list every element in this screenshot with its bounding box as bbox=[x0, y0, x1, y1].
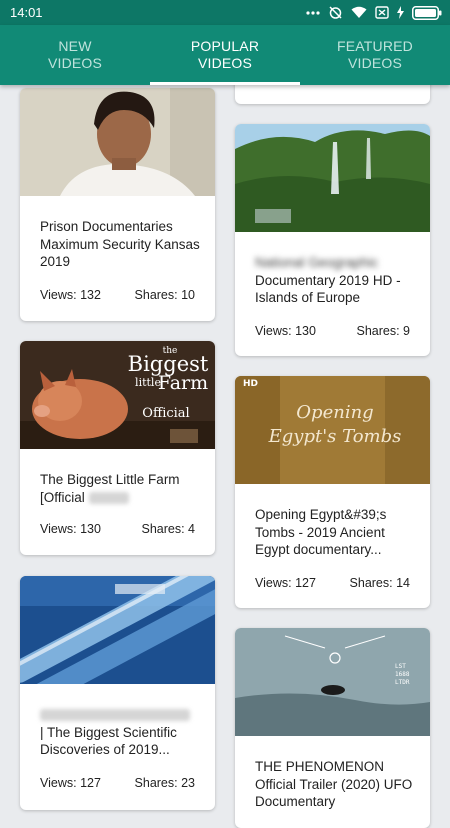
tab-popular-videos[interactable]: POPULAR VIDEOS bbox=[150, 25, 300, 85]
tab-label: FEATURED VIDEOS bbox=[336, 38, 413, 71]
shares-count: Shares: 14 bbox=[349, 576, 410, 590]
video-thumbnail bbox=[20, 576, 215, 684]
video-thumbnail: the Biggest little Farm Official bbox=[20, 341, 215, 449]
shares-count: Shares: 4 bbox=[141, 522, 195, 536]
blurred-title-text: National Geographic bbox=[255, 255, 379, 270]
video-thumbnail bbox=[235, 124, 430, 232]
hud-text: LTDR bbox=[395, 679, 410, 686]
tab-active-indicator bbox=[150, 82, 300, 85]
alarm-off-icon bbox=[328, 5, 343, 20]
views-count: Views: 130 bbox=[40, 522, 101, 536]
video-card[interactable]: the Biggest little Farm Official The Big… bbox=[20, 341, 215, 555]
views-count: Views: 132 bbox=[40, 288, 101, 302]
status-time: 14:01 bbox=[10, 5, 43, 20]
shares-count: Shares: 23 bbox=[134, 776, 195, 790]
video-thumbnail: LST 1688 LTDR bbox=[235, 628, 430, 736]
battery-icon bbox=[412, 5, 442, 20]
tab-bar: NEW VIDEOS POPULAR VIDEOS FEATURED VIDEO… bbox=[0, 25, 450, 85]
sim-off-icon bbox=[375, 6, 389, 19]
thumb-text-farm: Farm bbox=[158, 372, 208, 394]
video-title-text: Documentary 2019 HD - Islands of Europe bbox=[255, 272, 401, 306]
status-bar: 14:01 bbox=[0, 0, 450, 25]
shares-count: Shares: 10 bbox=[134, 288, 195, 302]
video-thumbnail bbox=[20, 88, 215, 196]
tab-new-videos[interactable]: NEW VIDEOS bbox=[0, 25, 150, 85]
video-title: Opening Egypt&#39;s Tombs - 2019 Ancient… bbox=[255, 507, 387, 557]
video-card[interactable]: LST 1688 LTDR THE PHENOMENON Official Tr… bbox=[235, 628, 430, 828]
video-card[interactable]: | The Biggest Scientific Discoveries of … bbox=[20, 576, 215, 810]
tab-label: POPULAR VIDEOS bbox=[190, 38, 260, 71]
video-title: THE PHENOMENON Official Trailer (2020) U… bbox=[255, 759, 413, 809]
hud-text: LST bbox=[395, 663, 406, 670]
video-title: National Geographic Documentary 2019 HD … bbox=[255, 254, 416, 307]
thumb-text-opening: Opening bbox=[296, 402, 373, 423]
video-title-text: | The Biggest Scientific Discoveries of … bbox=[40, 724, 177, 758]
video-card[interactable]: HD Opening Egypt's Tombs Opening Egypt&#… bbox=[235, 376, 430, 608]
video-title: The Biggest Little Farm [Official bbox=[40, 471, 201, 506]
wifi-icon bbox=[351, 6, 367, 19]
video-title: Prison Documentaries Maximum Security Ka… bbox=[40, 219, 200, 269]
video-card[interactable]: National Geographic Documentary 2019 HD … bbox=[235, 124, 430, 356]
tab-featured-videos[interactable]: FEATURED VIDEOS bbox=[300, 25, 450, 85]
status-icons bbox=[306, 4, 442, 21]
more-dots-icon bbox=[306, 10, 320, 15]
charging-icon bbox=[397, 6, 404, 19]
blurred-title-fragment bbox=[40, 709, 190, 722]
blurred-title-fragment bbox=[88, 491, 129, 504]
thumb-text-egypts-tombs: Egypt's Tombs bbox=[268, 426, 402, 447]
shares-count: Shares: 9 bbox=[356, 324, 410, 338]
video-title: | The Biggest Scientific Discoveries of … bbox=[40, 706, 201, 759]
hud-text: 1688 bbox=[395, 671, 410, 678]
thumb-text-official: Official bbox=[142, 406, 189, 421]
views-count: Views: 127 bbox=[255, 576, 316, 590]
views-count: Views: 130 bbox=[255, 324, 316, 338]
views-count: Views: 127 bbox=[40, 776, 101, 790]
tab-label: NEW VIDEOS bbox=[47, 38, 103, 71]
video-thumbnail: HD Opening Egypt's Tombs bbox=[235, 376, 430, 484]
video-card[interactable]: Prison Documentaries Maximum Security Ka… bbox=[20, 88, 215, 321]
hd-badge: HD bbox=[243, 379, 258, 389]
